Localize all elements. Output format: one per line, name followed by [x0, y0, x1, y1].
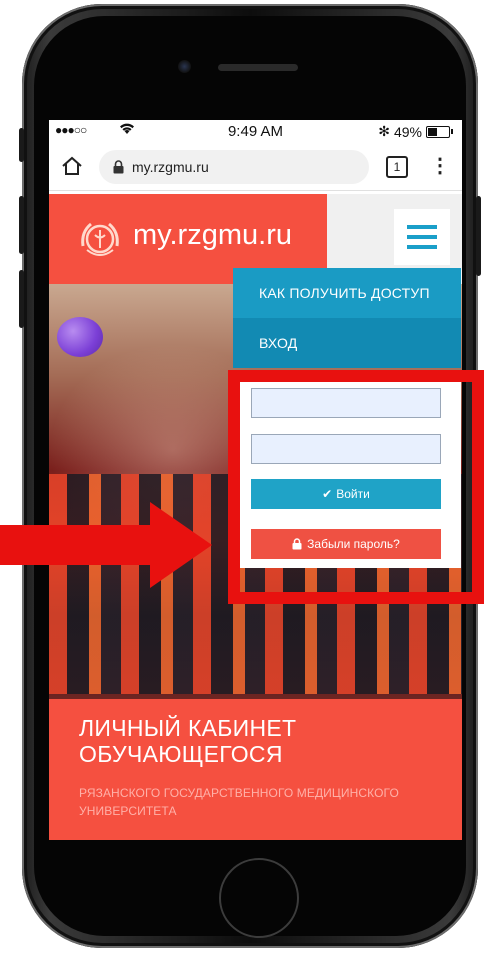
forgot-password-label: Забыли пароль? [307, 537, 400, 551]
login-button[interactable]: ✔ Войти [251, 479, 441, 509]
volume-down-button [19, 270, 24, 328]
pointer-arrow-icon [0, 502, 212, 588]
status-right-group: ✻ 49% [378, 123, 453, 140]
nav-item-login[interactable]: ВХОД [233, 318, 461, 368]
lock-icon [113, 160, 124, 174]
balloon [57, 317, 103, 357]
page-subtitle: РЯЗАНСКОГО ГОСУДАРСТВЕННОГО МЕДИЦИНСКОГО… [79, 784, 399, 820]
front-camera [178, 60, 191, 73]
university-emblem-icon [81, 222, 119, 256]
status-bar: ●●●○○ 9:49 AM ✻ 49% [49, 120, 462, 144]
home-button[interactable] [219, 858, 299, 938]
page-footer-banner: ЛИЧНЫЙ КАБИНЕТ ОБУЧАЮЩЕГОСЯ РЯЗАНСКОГО Г… [49, 699, 462, 840]
page-title-line-2: ОБУЧАЮЩЕГОСЯ [79, 741, 283, 767]
address-bar[interactable]: my.rzgmu.ru [99, 150, 369, 184]
earpiece-speaker [218, 64, 298, 71]
phone-screen: ●●●○○ 9:49 AM ✻ 49% my.rzgmu.ru 1 ⋮ my.r… [49, 120, 462, 840]
page-title: ЛИЧНЫЙ КАБИНЕТ ОБУЧАЮЩЕГОСЯ [79, 715, 296, 767]
login-input[interactable] [251, 388, 441, 418]
battery-percent: 49% [393, 123, 422, 140]
password-input[interactable] [251, 434, 441, 464]
login-button-label: Войти [336, 487, 370, 501]
page-subtitle-line-2: УНИВЕРСИТЕТА [79, 804, 177, 818]
mute-switch [19, 128, 24, 162]
forgot-password-button[interactable]: Забыли пароль? [251, 529, 441, 559]
browser-menu-icon[interactable]: ⋮ [430, 152, 450, 180]
battery-fill [428, 127, 437, 136]
home-icon[interactable] [61, 155, 83, 177]
page-subtitle-line-1: РЯЗАНСКОГО ГОСУДАРСТВЕННОГО МЕДИЦИНСКОГО [79, 786, 399, 800]
volume-up-button [19, 196, 24, 254]
bluetooth-icon: ✻ [378, 123, 390, 139]
padlock-icon [292, 538, 302, 550]
tab-switcher-button[interactable]: 1 [386, 156, 408, 178]
hamburger-menu-icon[interactable] [394, 209, 450, 265]
login-form: ✔ Войти Забыли пароль? [237, 372, 461, 568]
nav-item-how-to-get-access[interactable]: КАК ПОЛУЧИТЬ ДОСТУП [233, 268, 461, 318]
checkmark-icon: ✔ [322, 487, 333, 501]
page-title-line-1: ЛИЧНЫЙ КАБИНЕТ [79, 715, 297, 741]
url-text: my.rzgmu.ru [132, 159, 209, 175]
battery-icon [426, 125, 453, 138]
logo-text: my.rzgmu.ru [133, 219, 292, 251]
browser-toolbar: my.rzgmu.ru 1 ⋮ [49, 144, 462, 191]
power-button [476, 196, 481, 276]
